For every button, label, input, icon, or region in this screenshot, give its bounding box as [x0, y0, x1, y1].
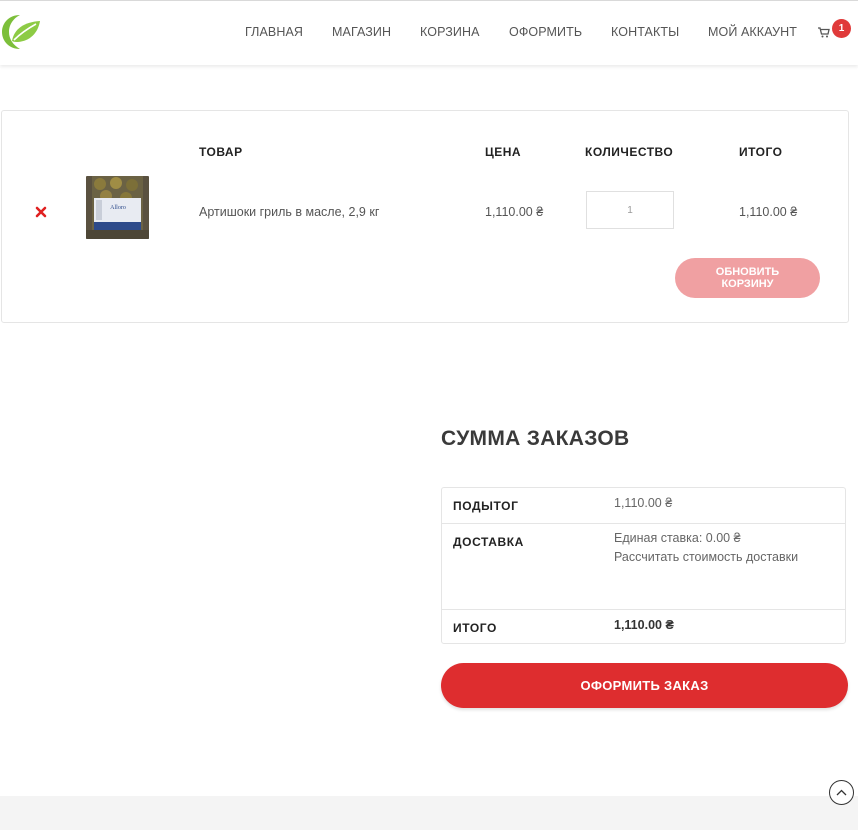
nav-cart[interactable]: КОРЗИНА	[420, 25, 480, 39]
product-thumbnail[interactable]: Alloro	[86, 176, 149, 239]
shipping-calculator-link[interactable]: Рассчитать стоимость доставки	[614, 548, 798, 567]
cart-table: ТОВАР ЦЕНА КОЛИЧЕСТВО ИТОГО Alloro Артиш…	[1, 110, 849, 323]
nav-my-account[interactable]: МОЙ АККАУНТ	[708, 25, 797, 39]
nav-home[interactable]: ГЛАВНАЯ	[245, 25, 303, 39]
column-header-quantity: КОЛИЧЕСТВО	[585, 145, 674, 159]
footer	[0, 796, 858, 830]
shipping-rate: Единая ставка: 0.00 ₴	[614, 531, 741, 545]
shipping-row: ДОСТАВКА Единая ставка: 0.00 ₴ Рассчитат…	[442, 524, 845, 610]
product-name-link[interactable]: Артишоки гриль в масле, 2,9 кг	[199, 205, 379, 219]
subtotal-row: ПОДЫТОГ 1,110.00 ₴	[442, 488, 845, 524]
svg-text:Alloro: Alloro	[110, 205, 126, 211]
order-total-value: 1,110.00 ₴	[614, 618, 674, 632]
shopping-cart-icon[interactable]	[818, 25, 830, 38]
order-total-label: ИТОГО	[453, 621, 497, 635]
order-total-row: ИТОГО 1,110.00 ₴	[442, 610, 845, 644]
cart-totals-title: СУММА ЗАКАЗОВ	[441, 427, 630, 450]
leaf-logo-icon[interactable]	[0, 12, 44, 52]
shipping-label: ДОСТАВКА	[453, 535, 524, 549]
remove-x-icon[interactable]	[35, 205, 47, 218]
column-header-price: ЦЕНА	[485, 145, 522, 159]
subtotal-value: 1,110.00 ₴	[614, 496, 673, 510]
product-price: 1,110.00 ₴	[485, 205, 544, 219]
product-subtotal: 1,110.00 ₴	[739, 205, 798, 219]
cart-count-badge[interactable]: 1	[832, 19, 851, 38]
quantity-input[interactable]	[586, 191, 674, 229]
column-header-total: ИТОГО	[739, 145, 783, 159]
column-header-product: ТОВАР	[199, 145, 243, 159]
cart-totals-table: ПОДЫТОГ 1,110.00 ₴ ДОСТАВКА Единая ставк…	[441, 487, 846, 644]
nav-shop[interactable]: МАГАЗИН	[332, 25, 391, 39]
site-header: ГЛАВНАЯ МАГАЗИН КОРЗИНА ОФОРМИТЬ КОНТАКТ…	[0, 0, 858, 65]
chevron-up-icon[interactable]	[829, 780, 854, 805]
nav-checkout[interactable]: ОФОРМИТЬ	[509, 25, 582, 39]
nav-contacts[interactable]: КОНТАКТЫ	[611, 25, 679, 39]
proceed-to-checkout-button[interactable]: ОФОРМИТЬ ЗАКАЗ	[441, 663, 848, 708]
subtotal-label: ПОДЫТОГ	[453, 499, 519, 513]
update-cart-button[interactable]: ОБНОВИТЬ КОРЗИНУ	[675, 258, 820, 298]
